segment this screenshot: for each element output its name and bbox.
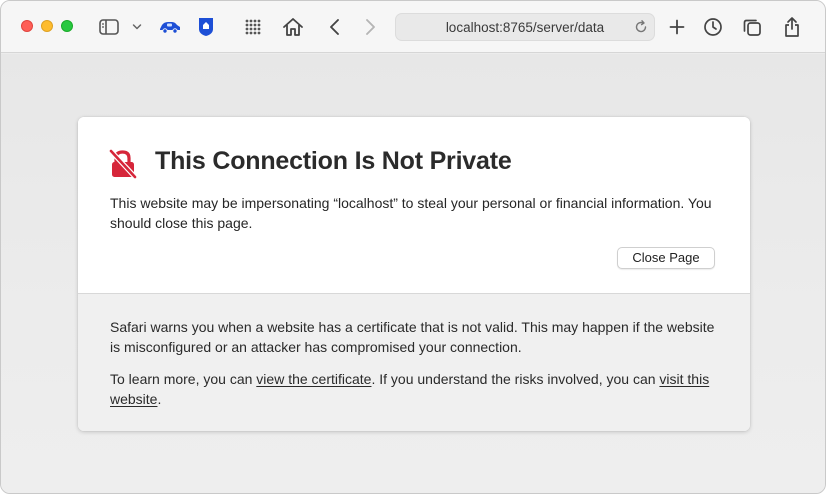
page-title: This Connection Is Not Private xyxy=(155,147,512,175)
share-icon[interactable] xyxy=(780,15,804,39)
details-section: Safari warns you when a website has a ce… xyxy=(78,294,750,431)
reload-icon[interactable] xyxy=(633,19,649,35)
warning-header-section: This Connection Is Not Private This webs… xyxy=(78,117,750,294)
url-text[interactable]: localhost:8765/server/data xyxy=(396,14,630,42)
chevron-down-icon[interactable] xyxy=(127,15,147,39)
page-content: This Connection Is Not Private This webs… xyxy=(1,54,825,493)
toolbar: localhost:8765/server/data xyxy=(1,1,825,53)
shield-extension-icon[interactable] xyxy=(194,15,218,39)
car-extension-icon[interactable] xyxy=(156,15,184,39)
minimize-window-button[interactable] xyxy=(41,20,53,32)
view-certificate-link[interactable]: view the certificate xyxy=(256,371,371,387)
tabs-overview-icon[interactable] xyxy=(740,15,764,39)
learn-more-text: To learn more, you can view the certific… xyxy=(110,370,720,409)
forward-icon[interactable] xyxy=(358,15,382,39)
sidebar-icon[interactable] xyxy=(97,15,121,39)
browser-window: localhost:8765/server/data This Connecti… xyxy=(0,0,826,494)
certificate-warning-card: This Connection Is Not Private This webs… xyxy=(78,117,750,431)
learn-more-prefix: To learn more, you can xyxy=(110,371,257,387)
learn-more-suffix: . xyxy=(157,390,162,407)
close-window-button[interactable] xyxy=(21,20,33,32)
new-tab-icon[interactable] xyxy=(665,15,689,39)
home-icon[interactable] xyxy=(281,15,305,39)
learn-more-middle: . If you understand the risks involved, … xyxy=(371,371,660,387)
address-bar[interactable]: localhost:8765/server/data xyxy=(395,13,655,41)
close-page-button[interactable]: Close Page xyxy=(617,247,715,269)
back-icon[interactable] xyxy=(323,15,347,39)
zoom-window-button[interactable] xyxy=(61,20,73,32)
warning-message: This website may be impersonating “local… xyxy=(110,195,712,231)
grid-icon[interactable] xyxy=(241,15,265,39)
history-clock-icon[interactable] xyxy=(701,15,725,39)
unlocked-padlock-warning-icon xyxy=(108,148,138,180)
explanation-text: Safari warns you when a website has a ce… xyxy=(110,319,715,355)
